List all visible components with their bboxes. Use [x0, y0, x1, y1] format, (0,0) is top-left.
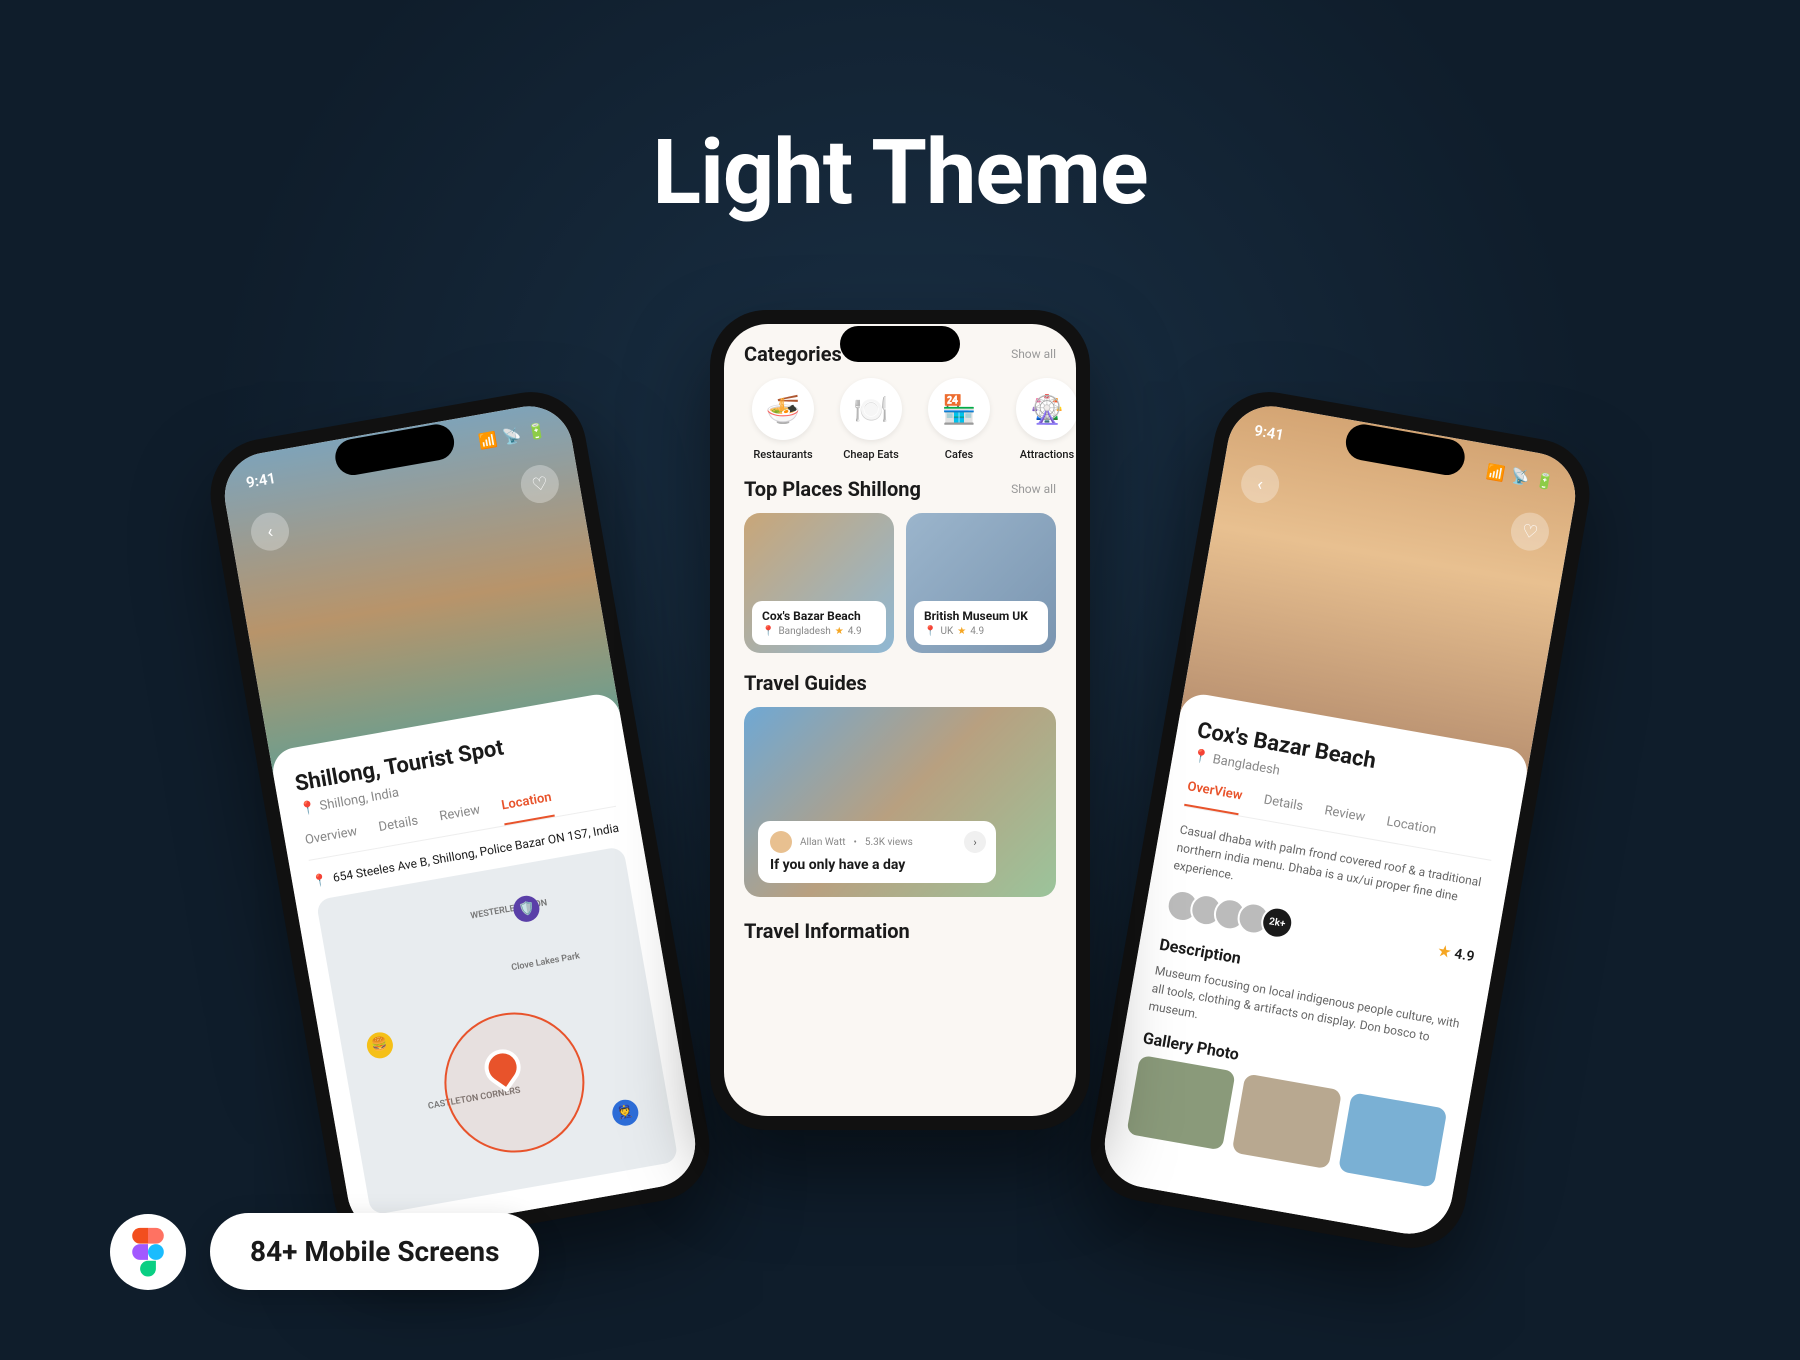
wifi-icon: 📡: [501, 426, 523, 447]
tab-overview[interactable]: Overview: [304, 824, 361, 860]
place-card-title: Cox's Bazar Beach: [762, 609, 876, 623]
map-poi-icon[interactable]: 🍔: [365, 1030, 395, 1060]
tab-details[interactable]: Details: [378, 813, 422, 846]
star-icon: ★: [1437, 943, 1452, 961]
cheap-eats-icon: 🍽️: [840, 378, 902, 440]
category-label: Cheap Eats: [832, 448, 910, 461]
category-label: Attractions: [1008, 448, 1076, 461]
pin-icon: 📍: [311, 872, 328, 888]
map-radius: [433, 1002, 595, 1164]
screen-place-detail: 9:41 📶 📡 🔋 ‹ ♡ Cox's Bazar Beach 📍 Bangl…: [1098, 399, 1582, 1240]
phone-showcase: 9:41 📶 📡 🔋 ‹ ♡ Shillong, Tourist Spot 📍 …: [0, 310, 1800, 1360]
category-label: Restaurants: [744, 448, 822, 461]
pin-icon: 📍: [924, 626, 936, 637]
gallery-thumb[interactable]: [1338, 1092, 1448, 1188]
rating: ★ 4.9: [1437, 943, 1476, 965]
battery-icon: 🔋: [526, 421, 548, 442]
place-rating: 4.9: [848, 626, 862, 637]
pin-icon: 📍: [762, 626, 774, 637]
guide-info: › Allan Watt • 5.3K views If you only ha…: [758, 821, 996, 883]
screens-count-badge: 84+ Mobile Screens: [210, 1213, 539, 1290]
section-header-info: Travel Information: [724, 911, 1076, 955]
place-country: Bangladesh: [778, 626, 830, 637]
status-time: 9:41: [1253, 421, 1285, 444]
place-card[interactable]: Cox's Bazar Beach 📍 Bangladesh ★ 4.9: [744, 513, 894, 653]
pin-icon: 📍: [299, 800, 318, 818]
top-places-row[interactable]: Cox's Bazar Beach 📍 Bangladesh ★ 4.9 Bri…: [724, 513, 1076, 663]
wifi-icon: 📡: [1509, 467, 1531, 488]
pin-icon: 📍: [1192, 749, 1211, 767]
attractions-icon: 🎡: [1016, 378, 1076, 440]
category-cheap-eats[interactable]: 🍽️ Cheap Eats: [832, 378, 910, 461]
avatar-stack[interactable]: 2k+: [1164, 887, 1296, 941]
guide-author: Allan Watt: [800, 837, 846, 848]
rating-value: 4.9: [1453, 946, 1475, 965]
show-all-link[interactable]: Show all: [1011, 347, 1056, 361]
gallery-thumb[interactable]: [1232, 1074, 1342, 1170]
gallery-thumb[interactable]: [1126, 1055, 1236, 1151]
section-header-guides: Travel Guides: [724, 663, 1076, 707]
detail-sheet: Cox's Bazar Beach 📍 Bangladesh OverView …: [1098, 691, 1531, 1241]
status-time: 9:41: [245, 469, 277, 492]
place-country: UK: [940, 626, 953, 637]
category-label: Cafes: [920, 448, 998, 461]
place-card[interactable]: British Museum UK 📍 UK ★ 4.9: [906, 513, 1056, 653]
show-all-link[interactable]: Show all: [1011, 482, 1056, 496]
favorite-button[interactable]: ♡: [1508, 510, 1552, 554]
section-title: Travel Information: [744, 919, 910, 943]
signal-icon: 📶: [477, 430, 499, 451]
favorite-button[interactable]: ♡: [518, 462, 562, 506]
footer-badges: 84+ Mobile Screens: [110, 1213, 539, 1290]
place-card-title: British Museum UK: [924, 609, 1038, 623]
screen-explore: Categories Show all 🍜 Restaurants 🍽️ Che…: [724, 324, 1076, 1116]
phone-frame-center: Categories Show all 🍜 Restaurants 🍽️ Che…: [710, 310, 1090, 1130]
guide-card[interactable]: › Allan Watt • 5.3K views If you only ha…: [744, 707, 1056, 897]
status-icons: 📶 📡 🔋: [1485, 462, 1555, 492]
tab-details[interactable]: Details: [1260, 793, 1304, 826]
star-icon: ★: [957, 626, 966, 637]
map-label: Clove Lakes Park: [511, 951, 581, 973]
tab-location[interactable]: Location: [1383, 814, 1437, 849]
phone-frame-right: 9:41 📶 📡 🔋 ‹ ♡ Cox's Bazar Beach 📍 Bangl…: [1082, 383, 1599, 1257]
figma-logo-icon: [110, 1214, 186, 1290]
section-title: Top Places Shillong: [744, 477, 921, 501]
map-poi-icon[interactable]: 👮: [610, 1097, 640, 1127]
page-title: Light Theme: [0, 120, 1800, 225]
guide-title: If you only have a day: [770, 857, 984, 873]
back-button[interactable]: ‹: [248, 510, 292, 554]
tab-review[interactable]: Review: [1321, 803, 1366, 837]
category-cafes[interactable]: 🏪 Cafes: [920, 378, 998, 461]
section-title: Travel Guides: [744, 671, 867, 695]
tab-location[interactable]: Location: [500, 790, 554, 825]
section-header-top-places: Top Places Shillong Show all: [724, 469, 1076, 513]
tab-overview[interactable]: OverView: [1184, 779, 1243, 815]
phone-notch: [840, 326, 960, 362]
guide-views: 5.3K views: [865, 837, 913, 848]
place-info: British Museum UK 📍 UK ★ 4.9: [914, 601, 1048, 645]
status-icons: 📶 📡 🔋: [477, 421, 547, 451]
star-icon: ★: [835, 626, 844, 637]
category-row[interactable]: 🍜 Restaurants 🍽️ Cheap Eats 🏪 Cafes 🎡 At…: [724, 378, 1076, 469]
category-restaurants[interactable]: 🍜 Restaurants: [744, 378, 822, 461]
section-title: Categories: [744, 342, 842, 366]
map-poi-icon[interactable]: 🛡️: [512, 894, 542, 924]
map-view[interactable]: WESTERLEIGHTON Clove Lakes Park CASTLETO…: [316, 846, 679, 1215]
avatar: [770, 831, 792, 853]
chevron-right-icon[interactable]: ›: [964, 831, 986, 853]
detail-sheet: Shillong, Tourist Spot 📍 Shillong, India…: [269, 691, 702, 1241]
battery-icon: 🔋: [1534, 471, 1556, 492]
tab-review[interactable]: Review: [438, 802, 483, 836]
restaurant-icon: 🍜: [752, 378, 814, 440]
screen-location-detail: 9:41 📶 📡 🔋 ‹ ♡ Shillong, Tourist Spot 📍 …: [218, 399, 702, 1240]
place-info: Cox's Bazar Beach 📍 Bangladesh ★ 4.9: [752, 601, 886, 645]
category-attractions[interactable]: 🎡 Attractions: [1008, 378, 1076, 461]
back-button[interactable]: ‹: [1238, 462, 1282, 506]
place-rating: 4.9: [970, 626, 984, 637]
phone-frame-left: 9:41 📶 📡 🔋 ‹ ♡ Shillong, Tourist Spot 📍 …: [202, 383, 719, 1257]
signal-icon: 📶: [1485, 462, 1507, 483]
cafe-icon: 🏪: [928, 378, 990, 440]
